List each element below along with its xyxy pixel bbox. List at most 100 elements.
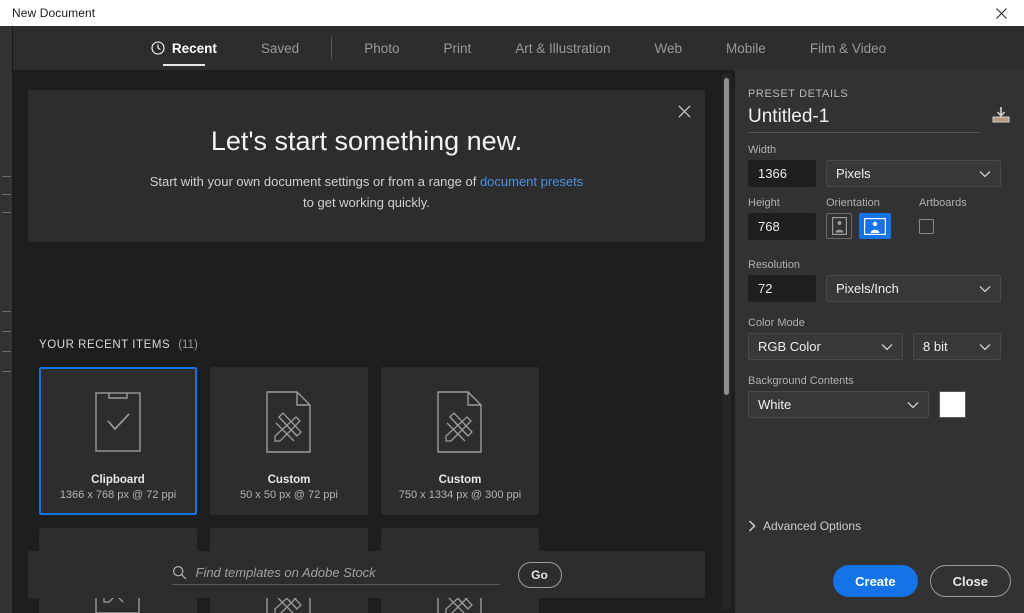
orientation-label: Orientation xyxy=(826,197,880,209)
new-document-dialog: New Document Recent Saved Photo Print Ar… xyxy=(0,0,1024,613)
tab-recent-label: Recent xyxy=(171,40,217,56)
background-color-swatch[interactable] xyxy=(939,391,966,418)
recent-item-card[interactable]: Custom 750 x 1334 px @ 300 ppi xyxy=(381,367,539,515)
artboards-label: Artboards xyxy=(919,197,967,209)
stock-go-button[interactable]: Go xyxy=(517,561,562,588)
tab-saved-label: Saved xyxy=(260,40,300,56)
resolution-label: Resolution xyxy=(748,259,800,271)
resolution-unit-value: Pixels/Inch xyxy=(836,281,899,296)
banner-subtitle: Start with your own document settings or… xyxy=(28,171,705,213)
dialog-body: Recent Saved Photo Print Art & Illustrat… xyxy=(13,26,1024,613)
window-close-button[interactable] xyxy=(978,0,1024,26)
resolution-unit-select[interactable]: Pixels/Inch xyxy=(826,275,1001,302)
advanced-options-label: Advanced Options xyxy=(763,519,862,533)
color-mode-select[interactable]: RGB Color xyxy=(748,333,903,360)
color-mode-value: RGB Color xyxy=(758,339,821,354)
tab-recent[interactable]: Recent xyxy=(129,26,239,70)
stock-search-input[interactable]: Find templates on Adobe Stock xyxy=(196,565,376,580)
tab-mobile[interactable]: Mobile xyxy=(704,26,788,70)
scrollbar-thumb[interactable] xyxy=(724,78,729,395)
close-button[interactable]: Close xyxy=(929,565,1011,597)
chevron-down-icon xyxy=(979,343,991,350)
tab-web-label: Web xyxy=(654,40,683,56)
left-pane: Let's start something new. Start with yo… xyxy=(13,70,735,613)
tab-saved[interactable]: Saved xyxy=(239,26,321,70)
tab-mobile-label: Mobile xyxy=(726,40,766,56)
background-contents-label: Background Contents xyxy=(748,375,854,387)
color-depth-select[interactable]: 8 bit xyxy=(913,333,1001,360)
stock-search-field[interactable]: Find templates on Adobe Stock xyxy=(171,565,500,585)
chevron-down-icon xyxy=(979,170,991,177)
orientation-landscape-icon xyxy=(864,217,886,235)
card-thumbnail xyxy=(383,369,537,474)
dialog-actions: Create Close xyxy=(833,565,1011,597)
save-preset-button[interactable] xyxy=(990,106,1012,133)
save-preset-icon xyxy=(992,107,1010,123)
dialog-main: Let's start something new. Start with yo… xyxy=(13,70,1024,613)
tab-print[interactable]: Print xyxy=(421,26,493,70)
tab-separator xyxy=(331,37,333,59)
chevron-down-icon xyxy=(979,285,991,292)
document-name-row: Untitled-1 xyxy=(748,106,1012,133)
clock-icon xyxy=(151,41,165,55)
document-ruler-pencil-icon xyxy=(266,390,311,453)
recent-items-heading: YOUR RECENT ITEMS (11) xyxy=(39,339,198,351)
start-banner: Let's start something new. Start with yo… xyxy=(28,90,705,242)
background-contents-value: White xyxy=(758,397,792,412)
close-icon xyxy=(677,104,691,118)
tab-active-underline xyxy=(162,64,205,66)
search-icon xyxy=(172,565,186,579)
card-meta: 1366 x 768 px @ 72 ppi xyxy=(59,489,177,501)
advanced-options-toggle[interactable]: Advanced Options xyxy=(748,519,861,533)
document-ruler-pencil-icon xyxy=(437,390,482,453)
chevron-down-icon xyxy=(907,401,919,408)
height-label: Height xyxy=(748,197,780,209)
orientation-portrait-icon xyxy=(831,217,847,235)
tab-bar: Recent Saved Photo Print Art & Illustrat… xyxy=(13,26,1024,70)
banner-text-after: to get working quickly. xyxy=(303,195,430,210)
close-icon xyxy=(995,7,1007,19)
card-thumbnail xyxy=(212,369,366,474)
background-contents-select[interactable]: White xyxy=(748,391,929,418)
banner-close-button[interactable] xyxy=(674,101,694,121)
preset-details-panel: PRESET DETAILS Untitled-1 Width 1366 Pix… xyxy=(735,70,1024,613)
card-name: Custom xyxy=(267,474,311,486)
color-depth-value: 8 bit xyxy=(923,339,948,354)
width-input[interactable]: 1366 xyxy=(748,160,816,187)
tab-print-label: Print xyxy=(443,40,472,56)
height-input[interactable]: 768 xyxy=(748,213,816,240)
left-pane-scrollbar[interactable] xyxy=(722,74,731,609)
card-meta: 750 x 1334 px @ 300 ppi xyxy=(398,489,522,501)
preset-details-title: PRESET DETAILS xyxy=(748,88,849,100)
orientation-landscape-button[interactable] xyxy=(859,213,891,239)
window-title: New Document xyxy=(12,6,96,20)
artboards-checkbox[interactable] xyxy=(919,219,934,234)
recent-item-card[interactable]: Custom 50 x 50 px @ 72 ppi xyxy=(210,367,368,515)
create-button[interactable]: Create xyxy=(833,565,918,597)
card-meta: 50 x 50 px @ 72 ppi xyxy=(239,489,338,501)
title-bar: New Document xyxy=(0,0,1024,26)
card-name: Custom xyxy=(438,474,482,486)
document-presets-link[interactable]: document presets xyxy=(480,174,583,189)
card-name: Clipboard xyxy=(91,474,145,486)
banner-title: Let's start something new. xyxy=(210,126,523,156)
width-unit-value: Pixels xyxy=(836,166,871,181)
tab-film-video-label: Film & Video xyxy=(809,40,887,56)
background-toolbar-strip xyxy=(0,26,13,613)
width-label: Width xyxy=(748,144,777,156)
tab-film-video[interactable]: Film & Video xyxy=(788,26,908,70)
tab-art-illustration[interactable]: Art & Illustration xyxy=(493,26,632,70)
width-unit-select[interactable]: Pixels xyxy=(826,160,1001,187)
adobe-stock-search-bar: Find templates on Adobe Stock Go xyxy=(28,551,705,598)
recent-item-card[interactable]: Clipboard 1366 x 768 px @ 72 ppi xyxy=(39,367,197,515)
chevron-down-icon xyxy=(881,343,893,350)
tab-web[interactable]: Web xyxy=(633,26,705,70)
clipboard-check-icon xyxy=(95,391,141,452)
tab-photo[interactable]: Photo xyxy=(342,26,421,70)
resolution-input[interactable]: 72 xyxy=(748,275,816,302)
tab-art-illustration-label: Art & Illustration xyxy=(515,40,611,56)
orientation-portrait-button[interactable] xyxy=(826,213,852,239)
recent-items-title: YOUR RECENT ITEMS xyxy=(39,339,171,351)
recent-items-count: (11) xyxy=(178,339,198,351)
document-name-input[interactable]: Untitled-1 xyxy=(748,106,980,133)
